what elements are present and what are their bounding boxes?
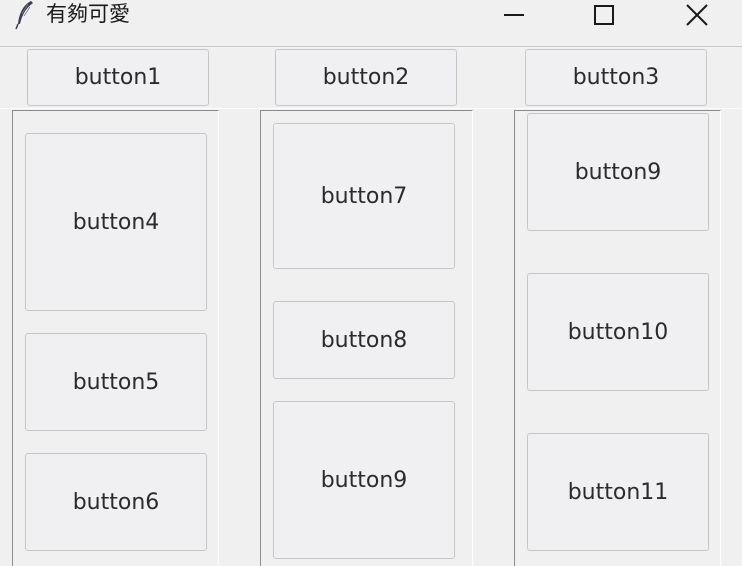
button5[interactable]: button5 (25, 333, 207, 431)
button8[interactable]: button8 (273, 301, 455, 379)
button10[interactable]: button10 (527, 273, 709, 391)
maximize-button[interactable] (574, 0, 634, 30)
button6[interactable]: button6 (25, 453, 207, 551)
button9[interactable]: button9 (273, 401, 455, 559)
window-title: 有夠可愛 (46, 2, 130, 26)
close-icon (684, 2, 710, 28)
button11[interactable]: button11 (527, 433, 709, 551)
button7[interactable]: button7 (273, 123, 455, 269)
minimize-button[interactable] (484, 0, 544, 30)
title-bar[interactable]: 有夠可愛 (0, 0, 742, 47)
divider (0, 108, 742, 109)
button4[interactable]: button4 (25, 133, 207, 311)
button2[interactable]: button2 (275, 49, 457, 106)
maximize-icon (592, 3, 616, 27)
button1[interactable]: button1 (27, 49, 209, 106)
close-button[interactable] (667, 0, 727, 30)
feather-icon (14, 0, 36, 30)
minimize-icon (502, 3, 526, 27)
button9-col3[interactable]: button9 (527, 113, 709, 231)
button3[interactable]: button3 (525, 49, 707, 106)
